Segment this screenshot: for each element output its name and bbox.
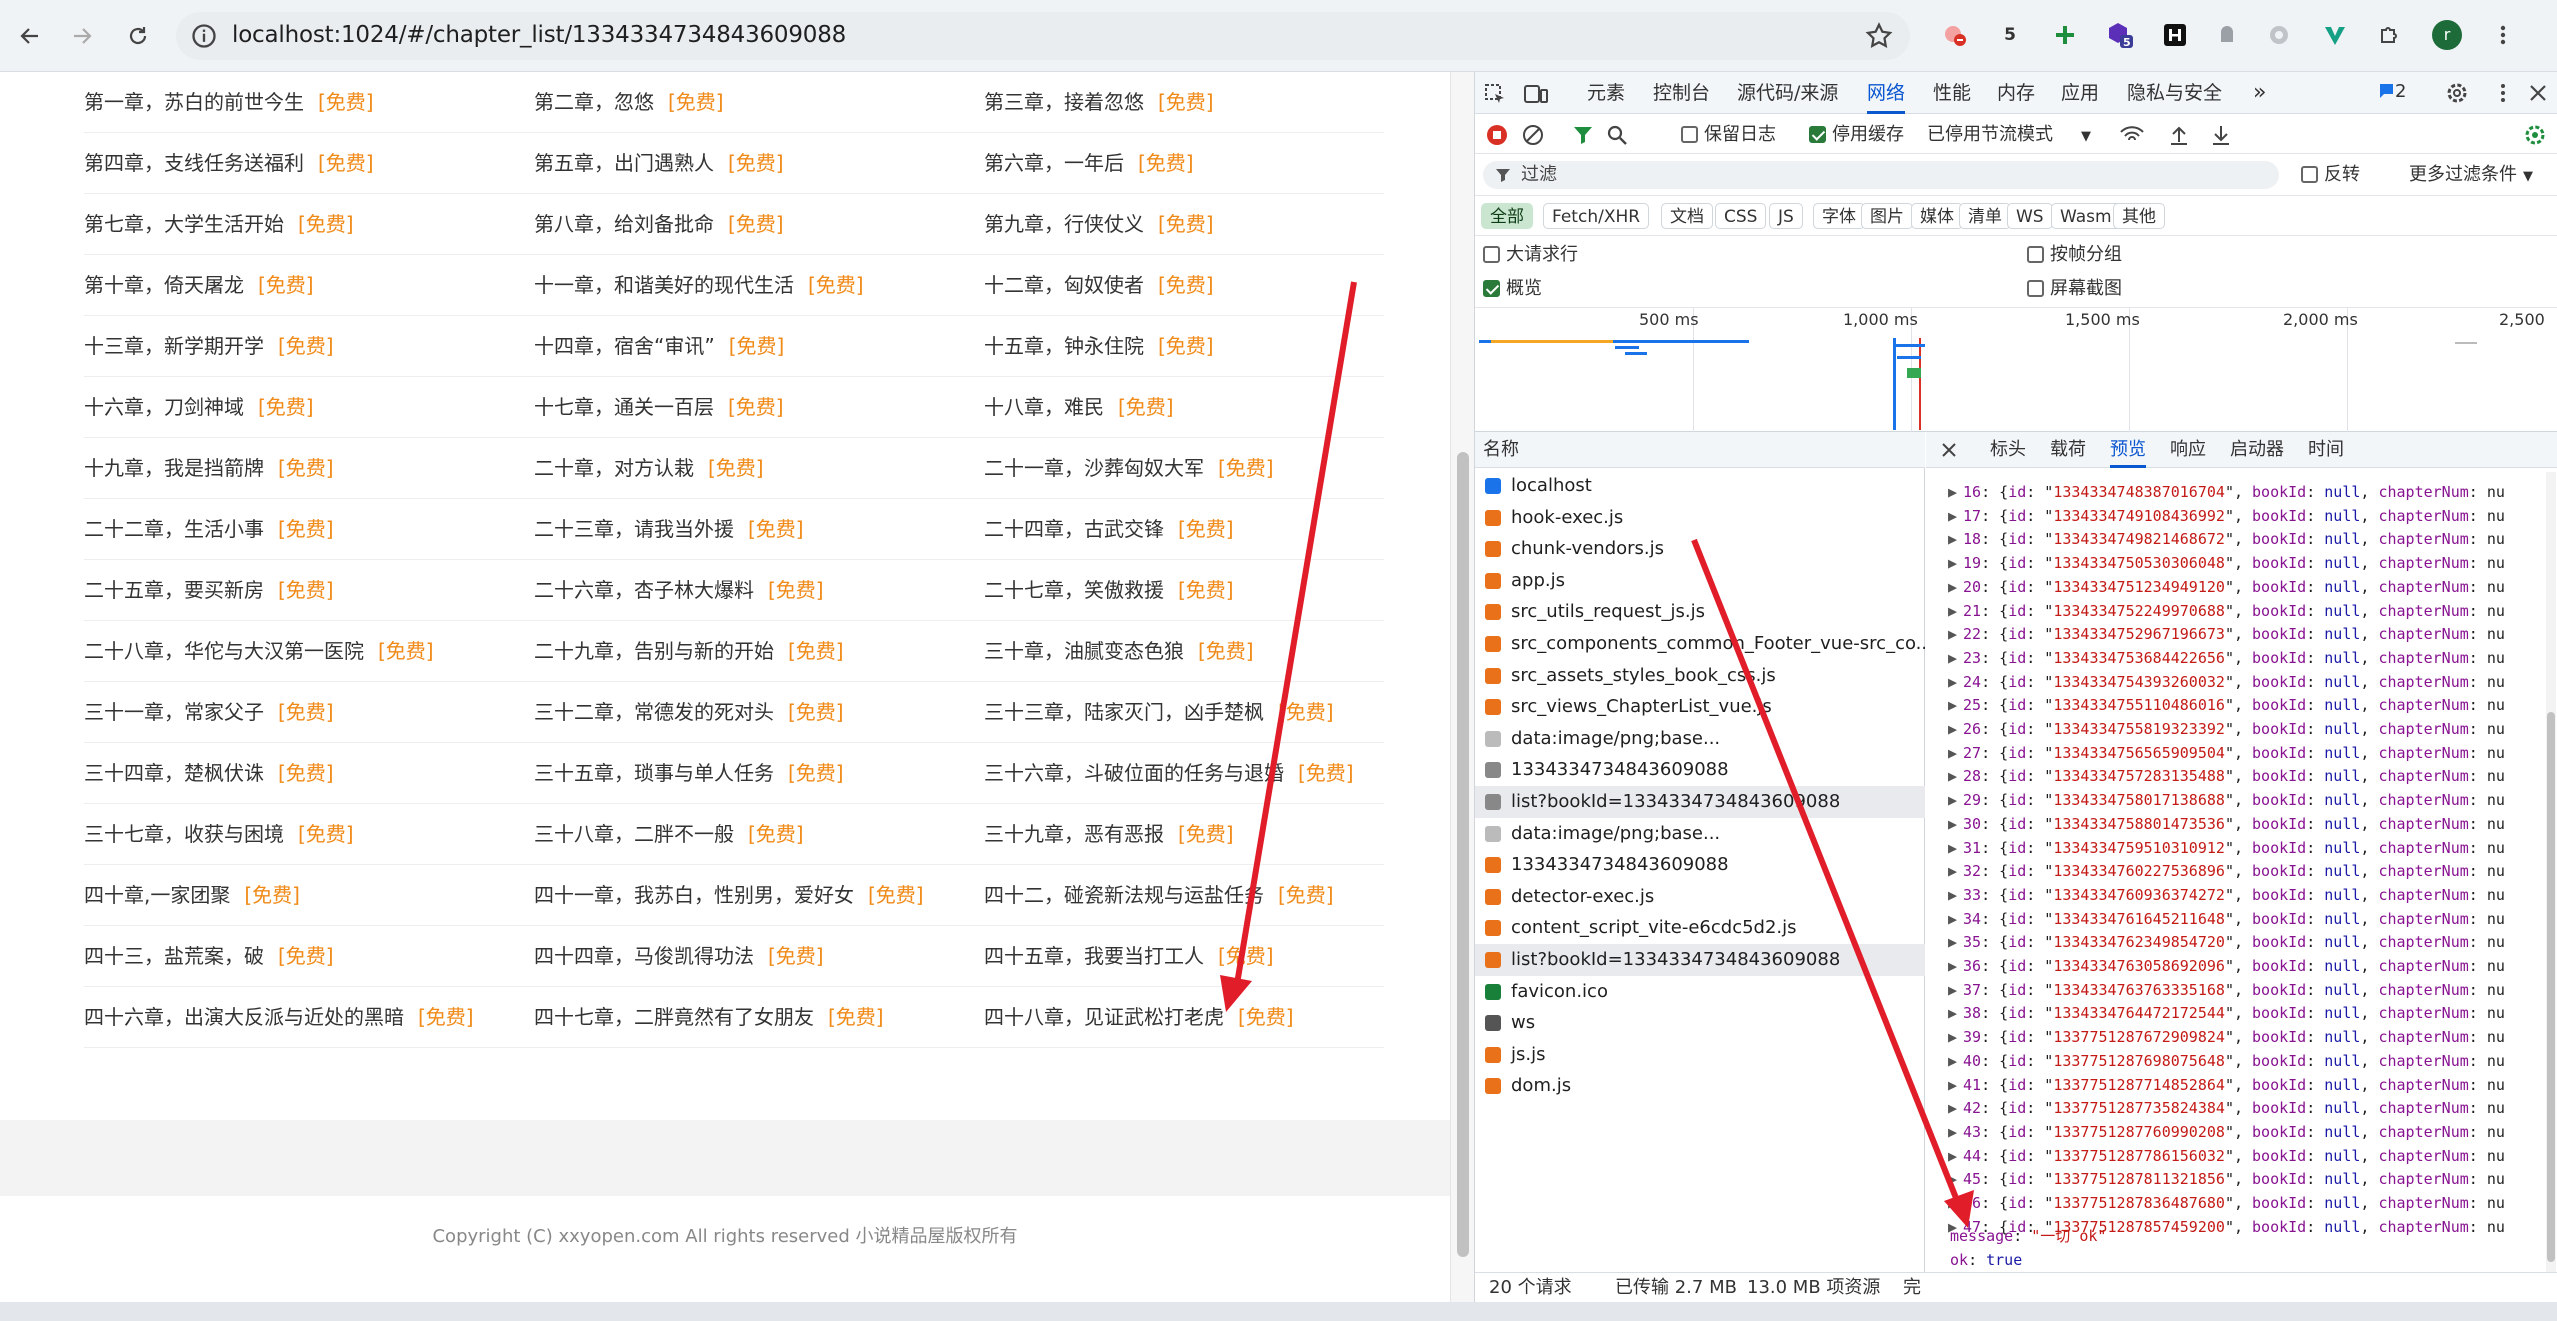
annotation-arrowhead-left	[1220, 975, 1252, 1012]
annotation-arrows-overlay	[1220, 281, 1974, 1228]
annotation-arrow-left	[1233, 281, 1357, 991]
screen: localhost:1024/#/chapter_list/1334334734…	[0, 0, 2557, 1321]
annotation-arrow-right	[1691, 538, 1963, 1210]
annotation-arrowhead-right	[1944, 1190, 1974, 1228]
